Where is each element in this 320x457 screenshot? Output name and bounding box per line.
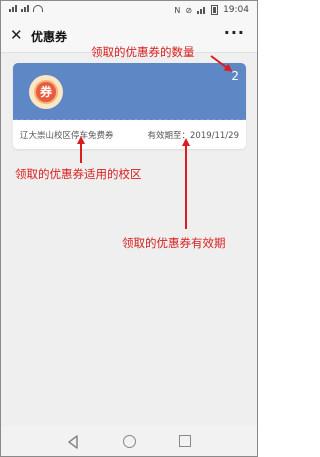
sim-signal-icon xyxy=(9,5,18,12)
annotation-count-note: 领取的优惠券的数量 xyxy=(91,45,195,59)
coupon-card-header: 券 2 xyxy=(13,63,246,120)
status-bar: N ⊘ 19:04 xyxy=(1,1,257,19)
phone-screen: N ⊘ 19:04 ✕ 优惠券 ··· 券 2 辽大崇山校区停车免费券 有效期至… xyxy=(0,0,258,457)
coupon-card[interactable]: 券 2 辽大崇山校区停车免费券 有效期至：2019/11/29 xyxy=(13,63,246,149)
status-time: 19:04 xyxy=(223,5,249,15)
coupon-badge-text: 券 xyxy=(34,80,58,104)
coupon-badge-icon: 券 xyxy=(29,75,63,109)
coupon-count: 2 xyxy=(231,69,239,83)
nfc-icon: N xyxy=(174,5,181,15)
status-left-icons xyxy=(9,5,43,12)
back-icon[interactable] xyxy=(67,435,79,449)
status-right-icons: N ⊘ 19:04 xyxy=(174,5,249,15)
close-icon[interactable]: ✕ xyxy=(10,26,23,44)
wifi-icon xyxy=(33,5,43,12)
signal-icon xyxy=(197,6,206,14)
expiry-label: 有效期至： xyxy=(147,131,190,141)
page-title: 优惠券 xyxy=(31,30,68,44)
home-icon[interactable] xyxy=(123,435,136,448)
recent-apps-icon[interactable] xyxy=(179,435,191,447)
coupon-card-footer: 辽大崇山校区停车免费券 有效期至：2019/11/29 xyxy=(13,125,246,149)
battery-icon xyxy=(211,5,219,15)
mute-icon: ⊘ xyxy=(185,5,193,15)
expiry-date: 2019/11/29 xyxy=(190,131,239,141)
annotation-campus-note: 领取的优惠券适用的校区 xyxy=(15,167,142,181)
sim-signal-icon xyxy=(21,5,30,12)
coupon-name: 辽大崇山校区停车免费券 xyxy=(20,131,114,141)
coupon-expiry: 有效期至：2019/11/29 xyxy=(147,129,239,141)
more-menu-button[interactable]: ··· xyxy=(224,23,245,42)
coupon-scallop-edge xyxy=(13,115,246,125)
annotation-expire-note: 领取的优惠券有效期 xyxy=(122,236,226,250)
system-nav-bar xyxy=(1,426,257,456)
